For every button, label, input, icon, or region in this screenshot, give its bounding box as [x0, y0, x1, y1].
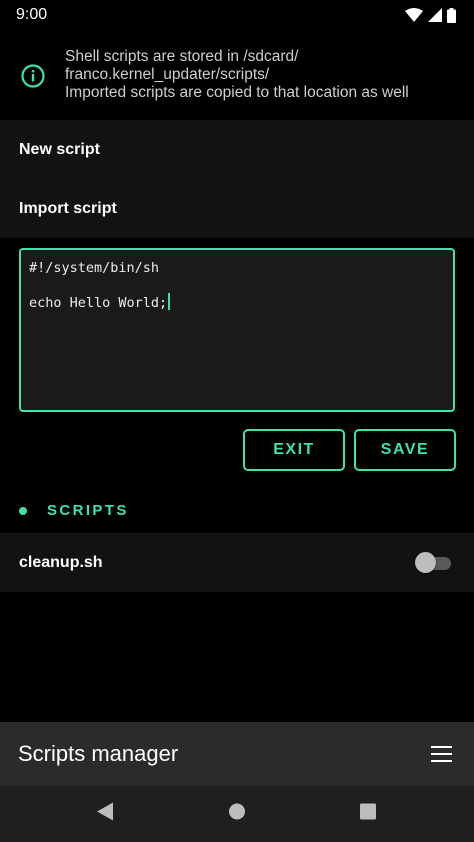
- new-script-button[interactable]: New script: [0, 120, 474, 179]
- back-icon[interactable]: [96, 802, 114, 827]
- editor-line: echo Hello World;: [29, 293, 445, 311]
- recents-icon[interactable]: [359, 803, 377, 826]
- info-text: Shell scripts are stored in /sdcard/ fra…: [65, 48, 409, 102]
- signal-icon: [428, 8, 442, 22]
- wifi-icon: [405, 8, 423, 22]
- navigation-bar: [0, 786, 474, 842]
- toggle-thumb: [415, 552, 436, 573]
- script-editor[interactable]: #!/system/bin/sh echo Hello World;: [19, 248, 455, 412]
- script-toggle[interactable]: [415, 552, 453, 573]
- scripts-section-header: SCRIPTS: [0, 497, 474, 525]
- menu-block: New script Import script: [0, 120, 474, 238]
- text-cursor: [168, 293, 171, 310]
- info-line: Imported scripts are copied to that loca…: [65, 84, 409, 101]
- status-time: 9:00: [16, 6, 48, 23]
- save-button[interactable]: SAVE: [354, 429, 456, 471]
- editor-line-text: echo Hello World;: [29, 295, 168, 311]
- import-script-button[interactable]: Import script: [0, 179, 474, 238]
- app-title: Scripts manager: [18, 741, 179, 766]
- hamburger-menu-icon[interactable]: [431, 746, 452, 762]
- battery-icon: [447, 7, 456, 23]
- home-icon[interactable]: [228, 803, 246, 826]
- status-icons: [405, 7, 456, 23]
- script-name: cleanup.sh: [19, 553, 103, 571]
- editor-line: #!/system/bin/sh: [29, 260, 160, 276]
- script-list-item[interactable]: cleanup.sh: [0, 533, 474, 592]
- info-line: franco.kernel_updater/scripts/: [65, 66, 270, 83]
- exit-button[interactable]: EXIT: [243, 429, 345, 471]
- info-banner: Shell scripts are stored in /sdcard/ fra…: [0, 30, 474, 120]
- section-title: SCRIPTS: [47, 502, 129, 519]
- section-dot-icon: [19, 507, 27, 515]
- info-icon: [20, 63, 46, 89]
- status-bar: 9:00: [0, 0, 474, 30]
- info-line: Shell scripts are stored in /sdcard/: [65, 48, 299, 65]
- app-bar: Scripts manager: [0, 722, 474, 786]
